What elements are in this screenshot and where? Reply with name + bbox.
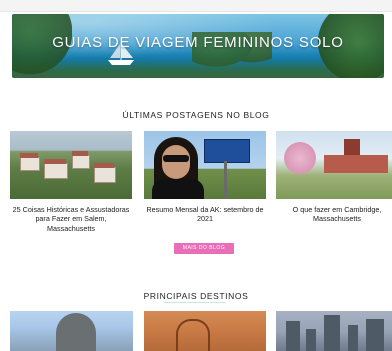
blog-post-title[interactable]: Resumo Mensal da AK: setembro de 2021 <box>144 205 266 224</box>
blog-post-thumbnail[interactable] <box>10 131 132 199</box>
blog-post-thumbnail[interactable] <box>276 131 392 199</box>
heading-underline <box>164 302 226 303</box>
blog-post-card[interactable]: O que fazer em Cambridge, Massachusetts <box>276 131 392 224</box>
destination-card[interactable] <box>144 311 266 351</box>
blog-post-title[interactable]: O que fazer em Cambridge, Massachusetts <box>276 205 392 224</box>
blog-post-card[interactable]: Resumo Mensal da AK: setembro de 2021 <box>144 131 266 224</box>
top-header-strip <box>0 0 392 12</box>
destination-card[interactable] <box>276 311 392 351</box>
blog-section-heading: ÚLTIMAS POSTAGENS NO BLOG <box>122 110 270 120</box>
road-sign <box>204 139 250 163</box>
destination-card[interactable] <box>10 311 133 351</box>
more-from-blog-button[interactable]: MAIS DO BLOG <box>174 243 234 254</box>
sunglasses-icon <box>163 155 189 162</box>
blog-post-card[interactable]: 25 Coisas Históricas e Assustadoras para… <box>10 131 132 233</box>
hero-title: GUIAS DE VIAGEM FEMININOS SOLO <box>52 34 344 51</box>
blog-post-title[interactable]: 25 Coisas Históricas e Assustadoras para… <box>10 205 132 233</box>
hero-banner: GUIAS DE VIAGEM FEMININOS SOLO <box>12 14 384 78</box>
blog-post-thumbnail[interactable] <box>144 131 266 199</box>
destinations-section-heading: PRINCIPAIS DESTINOS <box>143 291 249 301</box>
